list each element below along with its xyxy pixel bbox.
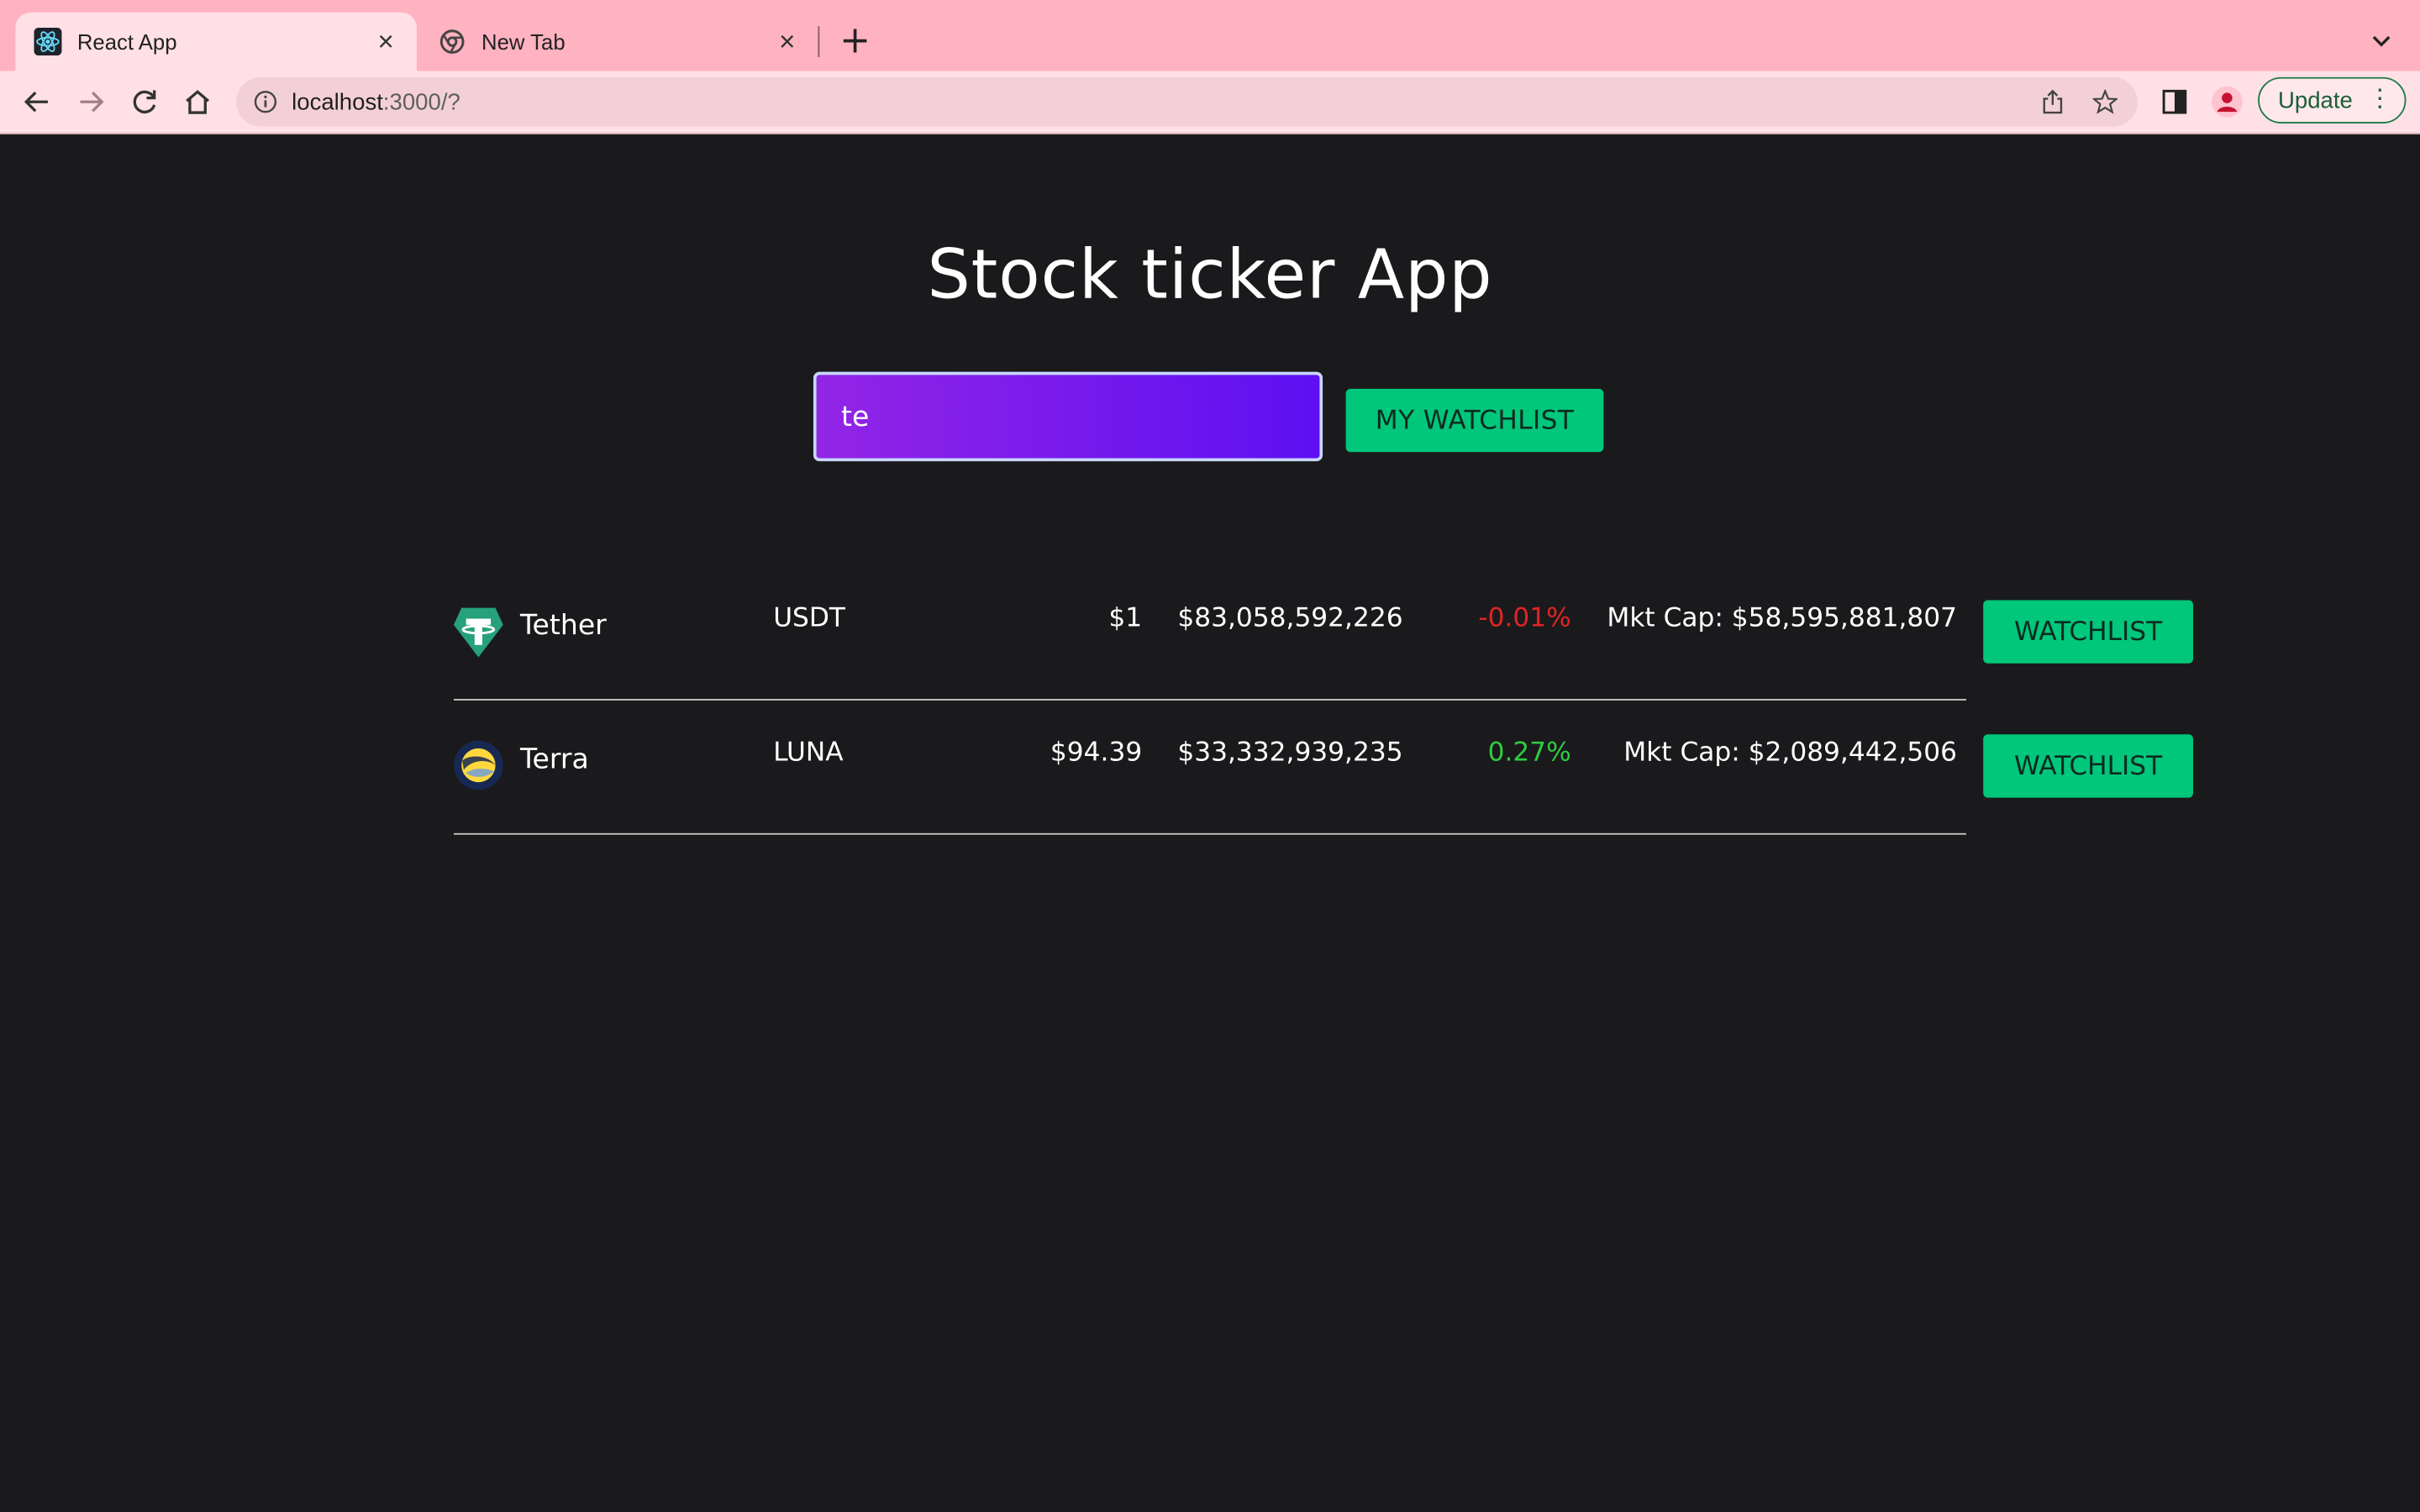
coin-volume: $83,058,592,226 [1177,603,1403,634]
coin-name: Terra [519,743,589,776]
reload-icon[interactable] [127,83,164,120]
terra-icon [454,740,503,790]
back-arrow-icon[interactable] [18,83,55,120]
side-panel-icon[interactable] [2158,85,2191,118]
add-to-watchlist-button[interactable]: WATCHLIST [1983,600,2193,664]
url-host: localhost [292,88,383,115]
url-path: :3000/? [382,88,460,115]
browser-tab-bar: React App × New Tab × + [0,0,2420,71]
coin-change: 0.27% [1487,737,1571,769]
coin-price: $94.39 [1050,737,1143,769]
chevron-down-icon[interactable] [2365,24,2398,58]
profile-avatar-icon[interactable] [2210,85,2244,118]
add-to-watchlist-button[interactable]: WATCHLIST [1983,734,2193,798]
share-icon[interactable] [2040,89,2065,114]
tab-title: React App [76,29,177,55]
tab-new-tab[interactable]: New Tab × [420,13,818,71]
forward-arrow-icon[interactable] [72,83,109,120]
close-icon[interactable]: × [775,28,799,55]
row-divider [454,832,1966,835]
page-title: Stock ticker App [927,236,1493,315]
tab-separator [818,26,820,57]
coin-symbol: LUNA [773,737,844,769]
bookmark-star-icon[interactable] [2091,88,2119,114]
react-icon [34,28,62,56]
update-button[interactable]: Update ⋮ [2258,76,2407,123]
search-input[interactable] [813,371,1323,462]
tab-react-app[interactable]: React App × [15,12,417,71]
coin-price: $1 [1108,603,1143,634]
update-label: Update [2278,87,2353,113]
coin-market-cap: Mkt Cap: $58,595,881,807 [1607,603,1957,634]
tab-title: New Tab [481,29,566,55]
coin-market-cap: Mkt Cap: $2,089,442,506 [1623,737,1957,769]
new-tab-plus-icon[interactable]: + [837,22,874,60]
coin-symbol: USDT [773,603,846,634]
coin-name: Tether [519,609,607,643]
info-icon[interactable] [253,90,277,114]
chrome-icon [439,28,466,55]
home-icon[interactable] [179,83,216,120]
coin-row-tether: Tether USDT $1 $83,058,592,226 -0.01% Mk… [454,566,2213,701]
coin-row-terra: Terra LUNA $94.39 $33,332,939,235 0.27% … [454,701,2213,835]
my-watchlist-button[interactable]: MY WATCHLIST [1345,388,1604,453]
kebab-menu-icon[interactable]: ⋮ [2368,87,2392,114]
address-bar[interactable]: localhost:3000/? [236,76,2138,127]
coin-volume: $33,332,939,235 [1177,737,1403,769]
browser-toolbar: localhost:3000/? Update ⋮ [0,71,2420,134]
coin-change: -0.01% [1478,603,1571,634]
tether-icon [454,606,503,658]
close-icon[interactable]: × [373,28,397,55]
